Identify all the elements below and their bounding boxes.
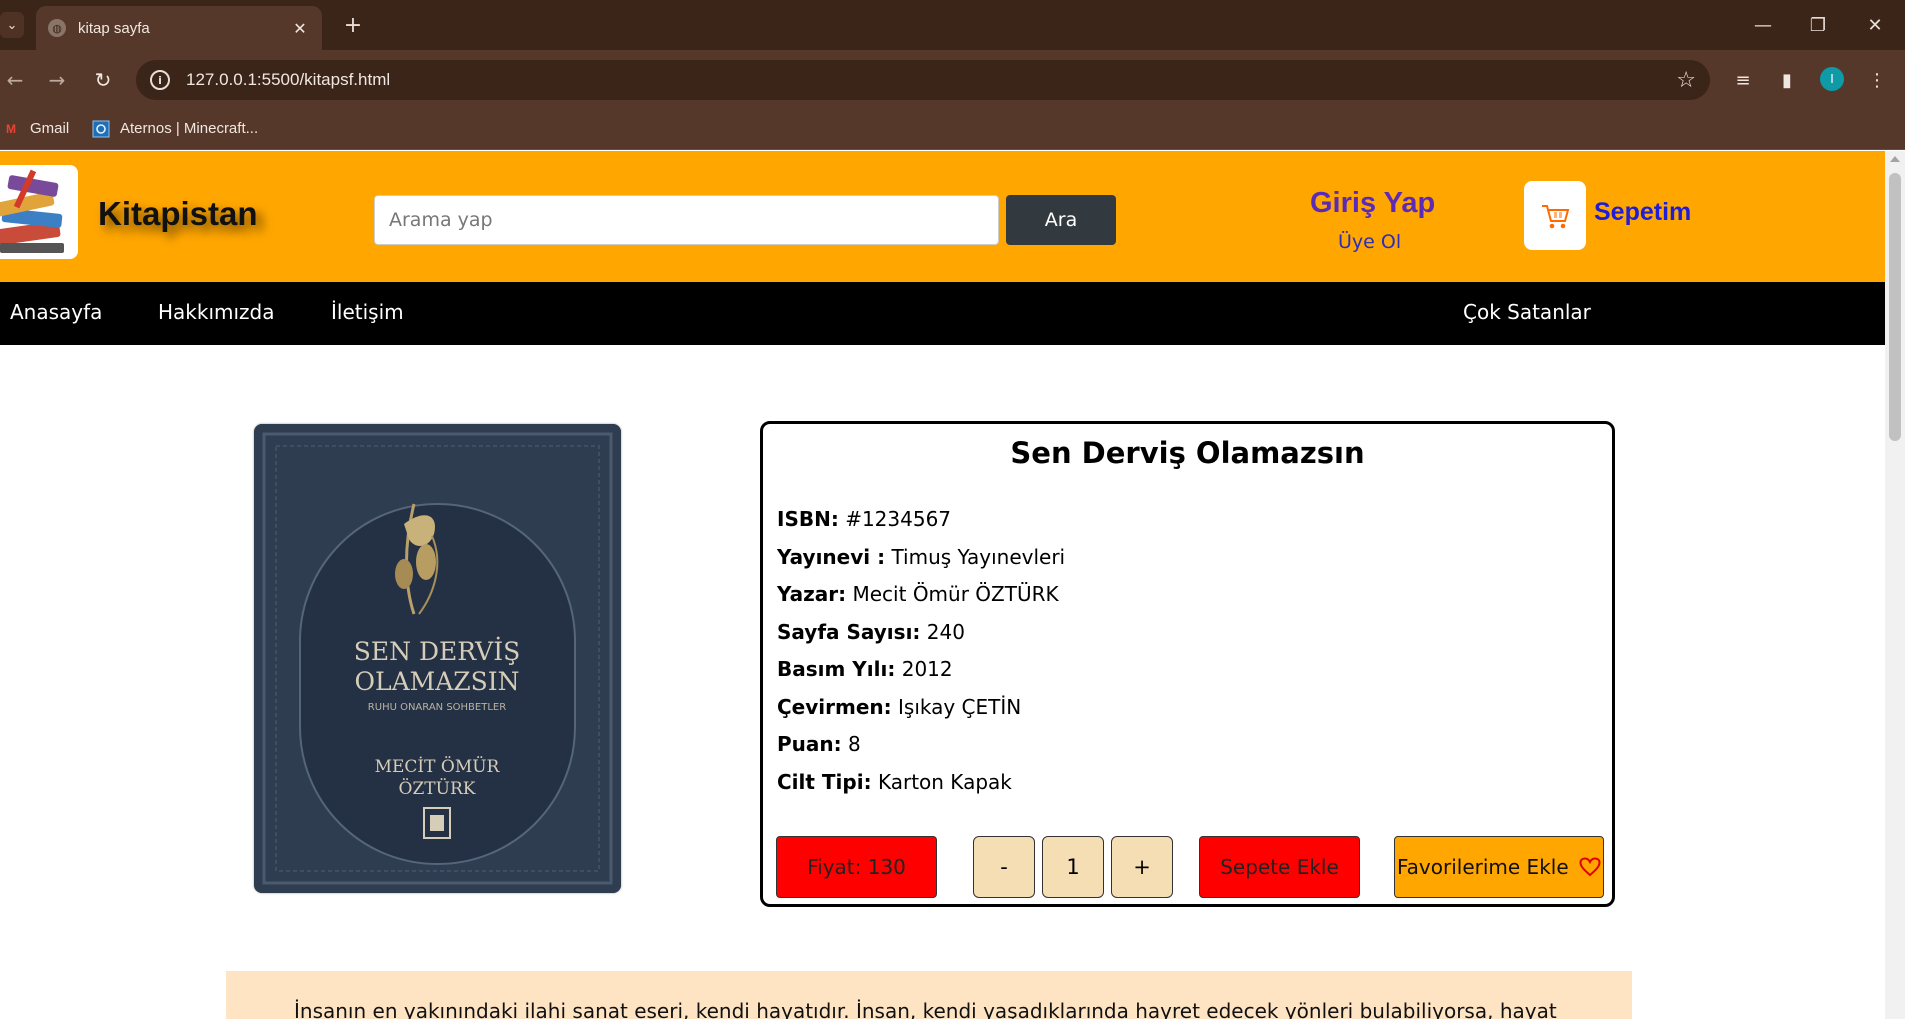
detail-isbn: ISBN: #1234567 [777, 507, 952, 531]
browser-toolbar: ← → ↻ i 127.0.0.1:5500/kitapsf.html ☆ ≡ … [0, 50, 1905, 110]
cover-author-line1: MECİT ÖMÜR [375, 756, 501, 777]
page-scrollbar[interactable] [1885, 151, 1905, 1019]
browser-tab-bar: ⌄ ◍ kitap sayfa ✕ + — ❐ ✕ [0, 0, 1905, 50]
quantity-decrease-button[interactable]: - [973, 836, 1035, 898]
quantity-value[interactable]: 1 [1042, 836, 1104, 898]
gmail-icon: M [6, 121, 16, 136]
detail-binding: Cilt Tipi: Karton Kapak [777, 770, 1012, 794]
signup-link[interactable]: Üye Ol [1338, 231, 1401, 253]
tab-list-chevron-icon[interactable]: ⌄ [0, 12, 24, 38]
detail-translator: Çevirmen: Işıkay ÇETİN [777, 695, 1022, 719]
bookmarks-bar: M Gmail Aternos | Minecraft... [0, 110, 1905, 150]
search-button[interactable]: Ara [1006, 195, 1116, 245]
cover-subtitle: RUHU ONARAN SOHBETLER [368, 702, 506, 713]
cover-title-line1: SEN DERVİŞ [354, 637, 520, 666]
page-viewport: Kitapistan Ara Giriş Yap Üye Ol Sepetim … [0, 151, 1885, 1019]
new-tab-plus-icon[interactable]: + [340, 12, 366, 38]
book-title: Sen Derviş Olamazsın [1010, 436, 1365, 470]
restore-icon[interactable]: ❐ [1803, 10, 1833, 40]
favorites-label: Favorilerime Ekle [1397, 855, 1569, 879]
scrollbar-thumb[interactable] [1889, 173, 1901, 441]
book-cover-image: SEN DERVİŞ OLAMAZSIN RUHU ONARAN SOHBETL… [254, 424, 621, 893]
forward-arrow-icon[interactable]: → [42, 65, 72, 95]
nav-about[interactable]: Hakkımızda [158, 300, 275, 324]
quantity-increase-button[interactable]: + [1111, 836, 1173, 898]
add-to-favorites-button[interactable]: Favorilerime Ekle [1394, 836, 1604, 898]
bookmark-label: Aternos | Minecraft... [120, 120, 259, 137]
nav-bestsellers[interactable]: Çok Satanlar [1463, 300, 1591, 324]
heart-icon [1579, 857, 1601, 877]
back-arrow-icon[interactable]: ← [0, 65, 30, 95]
globe-icon: ◍ [48, 19, 66, 37]
aternos-icon [92, 120, 110, 137]
cover-title-line2: OLAMAZSIN [354, 667, 519, 696]
bookmark-label: Gmail [30, 120, 70, 137]
scroll-up-arrow-icon[interactable] [1890, 156, 1900, 162]
books-logo-icon[interactable] [0, 165, 78, 259]
side-panel-icon[interactable]: ▮ [1772, 65, 1802, 95]
url-text[interactable]: 127.0.0.1:5500/kitapsf.html [186, 70, 1676, 90]
reload-icon[interactable]: ↻ [88, 65, 118, 95]
site-info-icon[interactable]: i [150, 70, 170, 90]
book-info-card: Sen Derviş Olamazsın ISBN: #1234567 Yayı… [760, 421, 1615, 907]
detail-rating: Puan: 8 [777, 732, 861, 756]
nav-home[interactable]: Anasayfa [10, 300, 102, 324]
close-window-icon[interactable]: ✕ [1860, 10, 1890, 40]
bookmark-aternos[interactable]: Aternos | Minecraft... [92, 120, 258, 137]
cart-link[interactable]: Sepetim [1594, 198, 1691, 227]
cover-author-line2: ÖZTÜRK [399, 778, 476, 799]
cart-icon[interactable] [1524, 181, 1586, 250]
nav-contact[interactable]: İletişim [331, 300, 404, 324]
site-header: Kitapistan Ara Giriş Yap Üye Ol Sepetim [0, 151, 1885, 282]
minimize-icon[interactable]: — [1748, 10, 1778, 40]
bookmark-gmail[interactable]: M Gmail [2, 120, 69, 137]
search-input[interactable] [374, 195, 999, 245]
close-tab-icon[interactable]: ✕ [290, 19, 310, 38]
profile-avatar[interactable]: I [1820, 67, 1844, 91]
detail-publisher: Yayınevi : Timuş Yayınevleri [777, 545, 1066, 569]
detail-page-count: Sayfa Sayısı: 240 [777, 620, 965, 644]
media-controls-icon[interactable]: ≡ [1728, 65, 1758, 95]
browser-tab[interactable]: ◍ kitap sayfa ✕ [36, 6, 322, 50]
price-button[interactable]: Fiyat: 130 [776, 836, 937, 898]
detail-print-year: Basım Yılı: 2012 [777, 657, 953, 681]
bookmark-star-icon[interactable]: ☆ [1676, 68, 1696, 93]
menu-dots-icon[interactable]: ⋮ [1862, 65, 1892, 95]
tab-title: kitap sayfa [78, 19, 150, 37]
site-brand[interactable]: Kitapistan [98, 195, 258, 233]
login-link[interactable]: Giriş Yap [1310, 187, 1435, 220]
book-description: İnsanın en yakınındaki ilahi sanat eseri… [226, 971, 1632, 1019]
detail-author: Yazar: Mecit Ömür ÖZTÜRK [777, 582, 1059, 606]
add-to-cart-button[interactable]: Sepete Ekle [1199, 836, 1360, 898]
main-navbar: Anasayfa Hakkımızda İletişim Çok Satanla… [0, 282, 1885, 345]
address-bar[interactable]: i 127.0.0.1:5500/kitapsf.html ☆ [136, 60, 1710, 100]
